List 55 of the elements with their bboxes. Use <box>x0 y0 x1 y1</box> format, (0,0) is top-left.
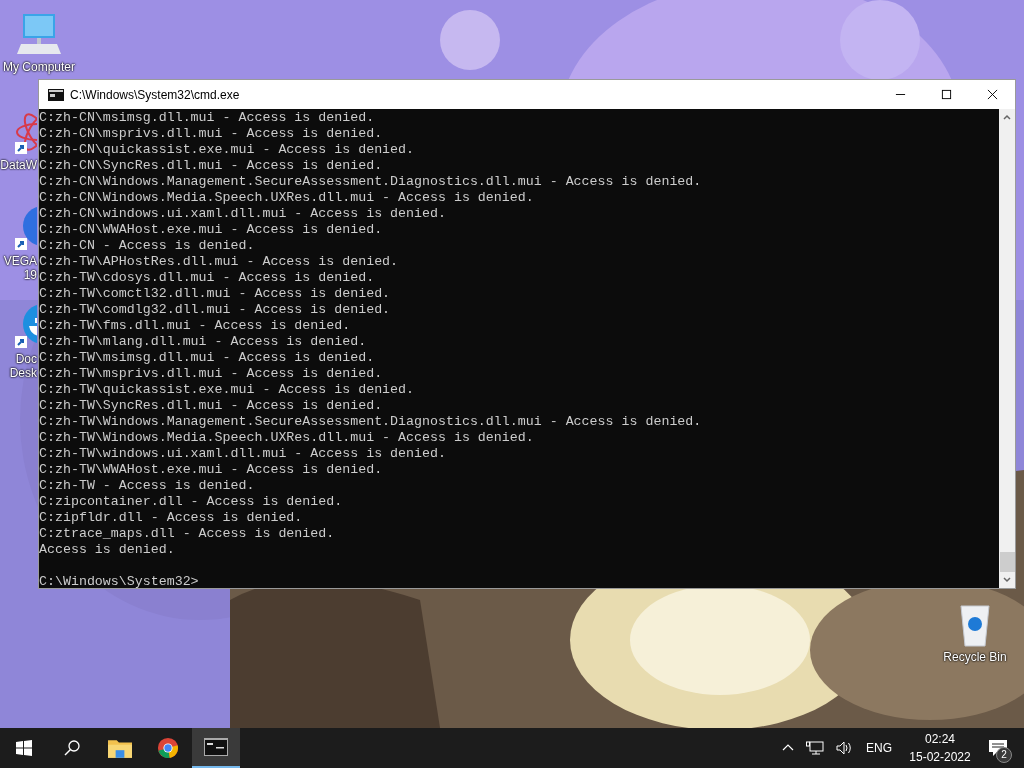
terminal-taskbar-button[interactable] <box>192 728 240 768</box>
console-line: C:zh-TW\Windows.Management.SecureAssessment.Diagnostics.dll.mui - Access is denied. <box>39 414 703 430</box>
icon-label[interactable]: 19 <box>23 268 37 282</box>
console-line: C:zh-TW\comdlg32.dll.mui - Access is denied. <box>39 302 392 318</box>
console-line: C:zh-TW\mlang.dll.mui - Access is denied. <box>39 334 368 350</box>
console-line: C:zh-CN\WWAHost.exe.mui - Access is denied. <box>39 222 384 238</box>
scroll-down-icon[interactable] <box>1002 575 1012 585</box>
language-indicator[interactable]: ENG <box>866 741 892 755</box>
console-line: C:zipfldr.dll - Access is denied. <box>39 510 304 526</box>
folder-icon <box>108 737 132 759</box>
console-line: C:zh-TW\fms.dll.mui - Access is denied. <box>39 318 352 334</box>
console-line: C:zh-CN\SyncRes.dll.mui - Access is denied. <box>39 158 384 174</box>
console-line: C:zh-TW\APHostRes.dll.mui - Access is denied. <box>39 254 400 270</box>
console-line: C:zh-CN\msprivs.dll.mui - Access is denied. <box>39 126 384 142</box>
console-line: C:zh-TW - Access is denied. <box>39 478 256 494</box>
console-line: Access is denied. <box>39 542 176 558</box>
close-icon[interactable] <box>987 89 998 100</box>
windows-logo-icon <box>16 740 32 756</box>
console-line: C:zh-CN - Access is denied. <box>39 238 256 254</box>
console-line: C:zh-TW\Windows.Media.Speech.UXRes.dll.mui - Access is denied. <box>39 430 535 446</box>
browser-icon <box>156 737 180 759</box>
console-line: C:zh-CN\msimsg.dll.mui - Access is denied. <box>39 110 376 126</box>
command-prompt[interactable]: C:\Windows\System32> <box>39 574 999 588</box>
terminal-icon <box>204 736 228 758</box>
console-line: C:zh-CN\quickassist.exe.mui - Access is denied. <box>39 142 416 158</box>
scrollbar[interactable] <box>999 109 1015 588</box>
icon-label[interactable]: My Computer <box>3 60 75 74</box>
notification-badge: 2 <box>996 747 1012 763</box>
console-line: C:zh-TW\windows.ui.xaml.dll.mui - Access is denied. <box>39 446 447 462</box>
console-line: C:ztrace_maps.dll - Access is denied. <box>39 526 336 542</box>
console-line: C:zh-TW\msimsg.dll.mui - Access is denied. <box>39 350 376 366</box>
console-line: C:zh-TW\comctl32.dll.mui - Access is denied. <box>39 286 392 302</box>
terminal-icon <box>48 88 64 101</box>
console-line: C:zh-CN\Windows.Management.SecureAssessment.Diagnostics.dll.mui - Access is denied. <box>39 174 703 190</box>
console-line: C:zh-TW\SyncRes.dll.mui - Access is denied. <box>39 398 384 414</box>
search-icon <box>64 740 80 756</box>
console-line: C:zipcontainer.dll - Access is denied. <box>39 494 344 510</box>
icon-label[interactable]: DataW <box>0 158 37 172</box>
icon-label[interactable]: Recycle Bin <box>943 650 1007 664</box>
clock[interactable]: 02:24 15-02-2022 <box>902 730 978 766</box>
icon-label[interactable]: VEGA <box>3 254 37 268</box>
console-line: C:zh-CN\Windows.Media.Speech.UXRes.dll.mui - Access is denied. <box>39 190 535 206</box>
console-line: C:zh-TW\WWAHost.exe.mui - Access is denied. <box>39 462 384 478</box>
icon-label[interactable]: Doc <box>15 352 37 366</box>
window-title: C:\Windows\System32\cmd.exe <box>70 87 241 102</box>
scroll-thumb[interactable] <box>999 552 1015 572</box>
console-line: C:zh-CN\windows.ui.xaml.dll.mui - Access is denied. <box>39 206 447 222</box>
network-icon[interactable] <box>806 741 824 755</box>
icon-label[interactable]: Desk <box>9 366 37 380</box>
scroll-up-icon[interactable] <box>1002 112 1012 122</box>
volume-icon[interactable] <box>836 741 854 755</box>
console-line: C:zh-TW\cdosys.dll.mui - Access is denied. <box>39 270 376 286</box>
console-line: C:zh-TW\quickassist.exe.mui - Access is denied. <box>39 382 416 398</box>
console-line: C:zh-TW\msprivs.dll.mui - Access is denied. <box>39 366 384 382</box>
maximize-icon[interactable] <box>941 89 952 100</box>
